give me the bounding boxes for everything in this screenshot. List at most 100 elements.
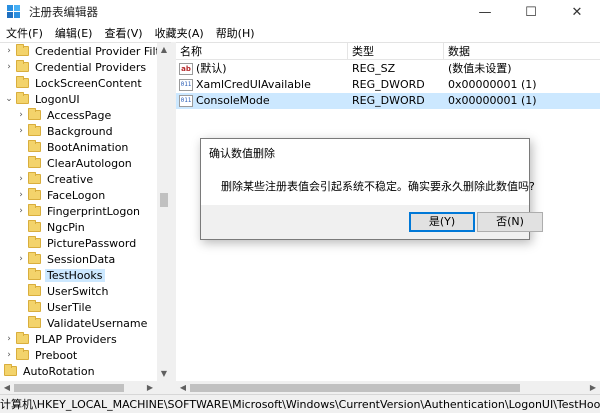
tree-item[interactable]: › Credential Providers <box>4 59 148 75</box>
tree-item[interactable]: ClearAutologon <box>16 155 134 171</box>
tree-item[interactable]: › FingerprintLogon <box>16 203 142 219</box>
tree-item[interactable]: TestHooks <box>16 267 105 283</box>
no-button[interactable]: 否(N) <box>477 212 543 232</box>
value-name-cell: 011 XamlCredUIAvailable <box>176 77 348 93</box>
tree-item[interactable]: › Credential Provider Filte <box>4 43 169 59</box>
expand-chevron-right-icon[interactable]: › <box>16 174 26 184</box>
expand-chevron-right-icon[interactable]: › <box>16 206 26 216</box>
value-data: 0x00000001 (1) <box>448 78 537 91</box>
tree-item-label: Credential Provider Filte <box>35 44 167 58</box>
menu-help[interactable]: 帮助(H) <box>210 25 261 41</box>
value-row[interactable]: ab (默认) REG_SZ (数值未设置) <box>176 61 600 77</box>
expand-chevron-right-icon[interactable]: › <box>16 254 26 264</box>
expand-chevron-right-icon[interactable]: › <box>4 350 14 360</box>
minimize-icon: — <box>478 4 492 20</box>
tree-item[interactable]: PicturePassword <box>16 235 138 251</box>
expand-chevron-right-icon[interactable]: › <box>16 126 26 136</box>
list-column-header: 名称 类型 数据 <box>176 43 600 60</box>
dialog-title: 确认数值删除 <box>209 147 275 160</box>
menu-view[interactable]: 查看(V) <box>98 25 148 41</box>
tree-horizontal-scrollbar[interactable]: ◀ ▶ <box>0 381 157 394</box>
value-type: REG_DWORD <box>352 94 425 107</box>
column-header-type[interactable]: 类型 <box>348 43 444 60</box>
tree-item[interactable]: ⌄ LogonUI <box>4 91 82 107</box>
tree-item[interactable]: › Background <box>16 123 115 139</box>
tree-item-label: NgcPin <box>47 220 85 234</box>
minimize-button[interactable]: — <box>462 0 508 24</box>
tree-item-label: ValidateUsername <box>47 316 148 330</box>
menu-file[interactable]: 文件(F) <box>0 25 49 41</box>
tree-item-label: UserTile <box>47 300 92 314</box>
folder-icon <box>28 188 41 200</box>
tree-item[interactable]: › Preboot <box>4 347 79 363</box>
expand-chevron-right-icon[interactable]: › <box>4 62 14 72</box>
scroll-down-arrow-icon[interactable]: ▼ <box>157 367 171 381</box>
tree-hscroll-thumb[interactable] <box>14 384 124 392</box>
folder-icon <box>28 220 41 232</box>
expand-chevron-down-icon[interactable]: ⌄ <box>4 94 14 104</box>
scroll-right-arrow-icon[interactable]: ▶ <box>586 381 600 395</box>
tree-item[interactable]: UserTile <box>16 299 93 315</box>
tree-item-label: PicturePassword <box>47 236 137 250</box>
expand-chevron-right-icon[interactable]: › <box>4 334 14 344</box>
folder-icon <box>28 108 41 120</box>
list-hscroll-thumb[interactable] <box>190 384 520 392</box>
window-title: 注册表编辑器 <box>29 5 98 19</box>
regedit-app-icon <box>7 5 21 19</box>
tree-vertical-scrollbar[interactable]: ▲ ▼ <box>157 43 171 381</box>
tree-item[interactable]: NgcPin <box>16 219 87 235</box>
dword-value-icon: 011 <box>179 95 193 107</box>
menu-bar: 文件(F) 编辑(E) 查看(V) 收藏夹(A) 帮助(H) <box>0 24 600 42</box>
folder-icon <box>28 204 41 216</box>
scroll-left-arrow-icon[interactable]: ◀ <box>176 381 190 395</box>
menu-edit[interactable]: 编辑(E) <box>49 25 99 41</box>
dword-value-icon: 011 <box>179 79 193 91</box>
expand-chevron-right-icon[interactable]: › <box>4 46 14 56</box>
tree-item[interactable]: › FaceLogon <box>16 187 107 203</box>
value-type: REG_SZ <box>352 62 396 75</box>
folder-icon <box>16 60 29 72</box>
scroll-left-arrow-icon[interactable]: ◀ <box>0 381 14 394</box>
tree-scroll-thumb[interactable] <box>160 193 168 207</box>
tree-item-label: TestHooks <box>45 268 105 282</box>
folder-icon <box>28 236 41 248</box>
tree-item-label: LogonUI <box>35 92 80 106</box>
scroll-right-arrow-icon[interactable]: ▶ <box>143 381 157 394</box>
confirm-delete-dialog: 确认数值删除 删除某些注册表值会引起系统不稳定。确实要永久删除此数值吗? 是(Y… <box>200 138 543 240</box>
value-row[interactable]: 011 ConsoleMode REG_DWORD 0x00000001 (1) <box>176 93 600 109</box>
scroll-up-arrow-icon[interactable]: ▲ <box>157 43 171 57</box>
folder-icon <box>16 348 29 360</box>
value-row[interactable]: 011 XamlCredUIAvailable REG_DWORD 0x0000000… <box>176 77 600 93</box>
tree-item[interactable]: ValidateUsername <box>16 315 149 331</box>
tree-item[interactable]: LockScreenContent <box>4 75 144 91</box>
column-header-name[interactable]: 名称 <box>176 43 348 60</box>
maximize-button[interactable]: ☐ <box>508 0 554 24</box>
tree-item-label: Preboot <box>35 348 78 362</box>
tree-item-label: FingerprintLogon <box>47 204 141 218</box>
tree-item-label: AutoRotation <box>23 364 95 378</box>
value-name: XamlCredUIAvailable <box>196 78 311 91</box>
tree-item-label: PLAP Providers <box>35 332 117 346</box>
tree-item[interactable]: › AccessPage <box>16 107 113 123</box>
tree-item[interactable]: BootAnimation <box>16 139 130 155</box>
tree-item[interactable]: › PLAP Providers <box>4 331 119 347</box>
expand-chevron-right-icon[interactable]: › <box>16 110 26 120</box>
tree-item[interactable]: UserSwitch <box>16 283 110 299</box>
menu-favorites[interactable]: 收藏夹(A) <box>149 25 210 41</box>
value-type: REG_DWORD <box>352 78 425 91</box>
yes-button[interactable]: 是(Y) <box>409 212 475 232</box>
tree-item-label: ClearAutologon <box>47 156 132 170</box>
tree-item[interactable]: › Creative <box>16 171 95 187</box>
column-header-data[interactable]: 数据 <box>444 43 600 60</box>
scrollbar-corner <box>157 381 171 394</box>
expand-chevron-right-icon[interactable]: › <box>16 190 26 200</box>
tree-item-label: SessionData <box>47 252 116 266</box>
title-bar: 注册表编辑器 — ☐ ✕ <box>0 0 600 24</box>
tree-item[interactable]: AutoRotation <box>0 363 97 379</box>
folder-icon <box>16 76 29 88</box>
tree-item[interactable]: › SessionData <box>16 251 117 267</box>
list-horizontal-scrollbar[interactable]: ◀ ▶ <box>176 381 600 395</box>
folder-icon <box>4 364 17 376</box>
folder-icon <box>28 140 41 152</box>
close-button[interactable]: ✕ <box>554 0 600 24</box>
